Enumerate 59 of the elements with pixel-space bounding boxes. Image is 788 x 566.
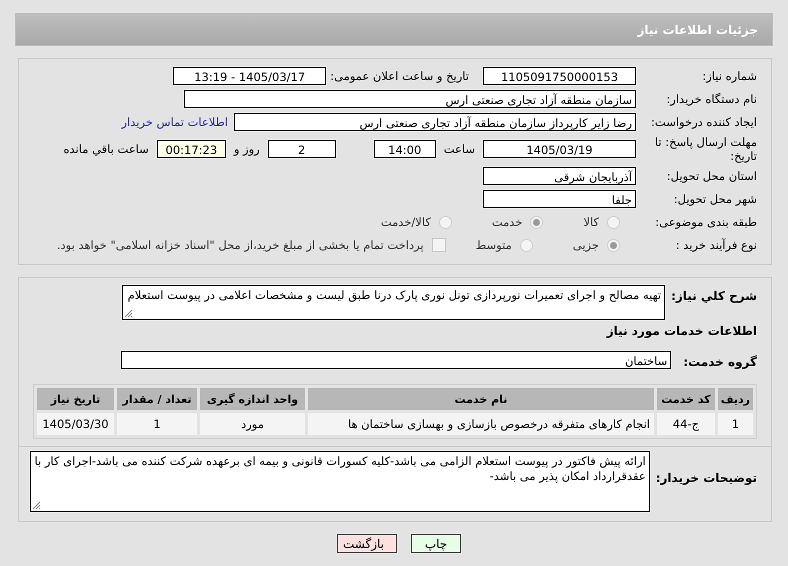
page-title: جزئیات اطلاعات نیاز bbox=[637, 22, 758, 36]
need-number-field: 1105091750000153 bbox=[483, 67, 636, 85]
field-label: طبقه بندی موضوعی: bbox=[654, 215, 757, 229]
column-header: کد خدمت bbox=[657, 388, 715, 410]
field-label: ایجاد کننده درخواست: bbox=[650, 115, 757, 129]
days-label: روز و bbox=[234, 142, 260, 156]
column-header: ردیف bbox=[718, 388, 753, 410]
print-button[interactable]: چاپ bbox=[411, 534, 461, 553]
field-label: استان محل تحویل: bbox=[666, 169, 757, 183]
deadline-date-field: 1405/03/19 bbox=[483, 140, 636, 158]
buyer-notes-text: ارائه پیش فاکتور در پیوست استعلام الزامی می باشد-کلیه کسورات قانونی و بیمه ای برعهده شرکت کننده می باشد-اجرای کار با عقدقرارداد امکان پذیر می باشد- bbox=[34, 454, 646, 483]
deadline-time-field: 14:00 bbox=[374, 140, 436, 158]
radio-label: کالا bbox=[583, 215, 599, 229]
creator-field: رضا زایر کارپرداز سازمان منطقه آزاد تجاری صنعتی ارس bbox=[234, 113, 636, 131]
field-label: مهلت ارسال پاسخ: تا تاریخ: bbox=[654, 135, 757, 163]
service-group-field: ساختمان bbox=[121, 351, 672, 369]
table-cell: انجام کارهای متفرقه درخصوص بازسازی و بهسازی ساختمان ها bbox=[308, 413, 654, 435]
column-header: تعداد / مقدار bbox=[116, 388, 197, 410]
city-field: جلفا bbox=[483, 190, 636, 208]
column-header: واحد اندازه گیری bbox=[200, 388, 305, 410]
radio-label: خدمت bbox=[492, 215, 522, 229]
resize-grip-icon bbox=[32, 501, 41, 510]
resize-grip-icon bbox=[124, 309, 134, 318]
field-label: شرح كلي نياز: bbox=[671, 288, 757, 303]
radio-label: متوسط bbox=[476, 238, 512, 252]
description-text: تهیه مصالح و اجرای تعمیرات نورپردازی تونل نوری پارک درنا طبق لیست و مشخصات اعلامی در پیوست استعلام bbox=[128, 288, 662, 302]
field-label: شهر محل تحویل: bbox=[672, 192, 757, 206]
radio-button[interactable] bbox=[530, 216, 544, 228]
buyer-org-field: سازمان منطقه آزاد تجاری صنعتی ارس bbox=[184, 90, 636, 108]
table-cell: 1 bbox=[116, 413, 197, 435]
field-label: توضیحات خریدار: bbox=[656, 470, 757, 485]
buyer-contact-link[interactable]: اطلاعات تماس خریدار bbox=[121, 115, 228, 129]
time-label: ساعت bbox=[444, 142, 475, 156]
field-label: نوع فرآیند خرید : bbox=[674, 238, 757, 252]
field-label: نام دستگاه خریدار: bbox=[665, 92, 757, 106]
province-field: آذربایجان شرقی bbox=[483, 167, 636, 185]
column-header: تاریخ نیاز bbox=[37, 388, 114, 410]
radio-button[interactable] bbox=[607, 216, 620, 228]
radio-label: کالا/خدمت bbox=[380, 215, 431, 229]
announce-date-field: 1405/03/17 - 13:19 bbox=[173, 67, 326, 85]
table-cell: ج-44 bbox=[657, 413, 715, 435]
radio-button[interactable] bbox=[607, 238, 620, 252]
column-header: نام خدمت bbox=[308, 388, 654, 410]
back-button[interactable]: بازگشت bbox=[337, 534, 397, 553]
remaining-time-field: 00:17:23 bbox=[156, 140, 226, 158]
field-label: گروه خدمت: bbox=[683, 354, 757, 369]
field-label: شماره نیاز: bbox=[701, 69, 757, 83]
radio-button[interactable] bbox=[520, 238, 533, 252]
radio-label: جزیی bbox=[572, 238, 599, 252]
remaining-label: ساعت باقي مانده bbox=[64, 142, 149, 156]
radio-button[interactable] bbox=[438, 216, 452, 228]
table-cell: 1405/03/30 bbox=[37, 413, 114, 435]
checkbox[interactable] bbox=[432, 238, 446, 252]
table-cell: 1 bbox=[718, 413, 753, 435]
section-heading: اطلاعات خدمات مورد نیاز bbox=[605, 324, 758, 338]
checkbox-label: پرداخت تمام یا بخشی از مبلغ خرید،از محل "اسناد خزانه اسلامی" خواهد بود. bbox=[56, 238, 424, 252]
table-cell: مورد bbox=[200, 413, 305, 435]
field-label: تاریخ و ساعت اعلان عمومی: bbox=[330, 69, 469, 83]
days-field: 2 bbox=[268, 140, 336, 158]
